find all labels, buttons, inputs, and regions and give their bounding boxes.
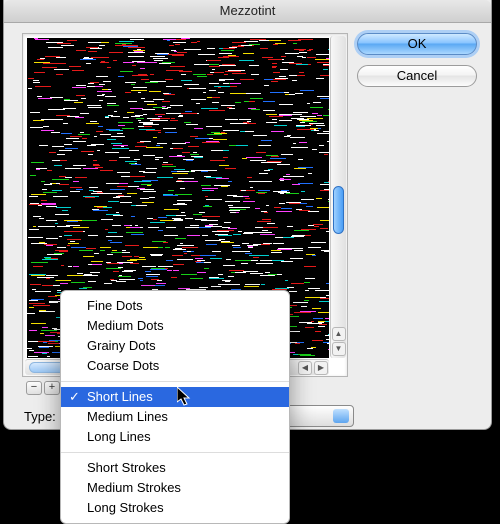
menu-item-medium-lines[interactable]: Medium Lines: [61, 407, 289, 427]
menu-separator: [61, 381, 289, 382]
menu-item-grainy-dots[interactable]: Grainy Dots: [61, 336, 289, 356]
menu-item-medium-strokes[interactable]: Medium Strokes: [61, 478, 289, 498]
vertical-scroll-thumb[interactable]: [333, 186, 344, 234]
menu-item-medium-dots[interactable]: Medium Dots: [61, 316, 289, 336]
dialog-titlebar[interactable]: Mezzotint: [4, 0, 491, 23]
type-label: Type:: [24, 409, 56, 424]
scroll-right-button[interactable]: ▶: [314, 361, 328, 375]
vertical-scrollbar[interactable]: ▲ ▼: [330, 36, 346, 358]
type-dropdown-menu: Fine Dots Medium Dots Grainy Dots Coarse…: [60, 290, 290, 524]
scroll-down-button[interactable]: ▼: [332, 342, 346, 356]
scroll-left-button[interactable]: ◀: [298, 361, 312, 375]
menu-separator: [61, 452, 289, 453]
scroll-up-button[interactable]: ▲: [332, 327, 346, 341]
ok-button[interactable]: OK: [357, 33, 477, 55]
menu-item-short-strokes[interactable]: Short Strokes: [61, 458, 289, 478]
zoom-controls: − +: [26, 381, 60, 395]
dialog-title: Mezzotint: [220, 3, 276, 18]
zoom-out-button[interactable]: −: [26, 381, 42, 395]
menu-item-long-lines[interactable]: Long Lines: [61, 427, 289, 447]
menu-item-long-strokes[interactable]: Long Strokes: [61, 498, 289, 518]
cancel-button[interactable]: Cancel: [357, 65, 477, 87]
menu-item-coarse-dots[interactable]: Coarse Dots: [61, 356, 289, 376]
menu-item-fine-dots[interactable]: Fine Dots: [61, 296, 289, 316]
zoom-in-button[interactable]: +: [44, 381, 60, 395]
menu-item-short-lines[interactable]: Short Lines: [61, 387, 289, 407]
dialog-buttons: OK Cancel: [357, 33, 477, 87]
